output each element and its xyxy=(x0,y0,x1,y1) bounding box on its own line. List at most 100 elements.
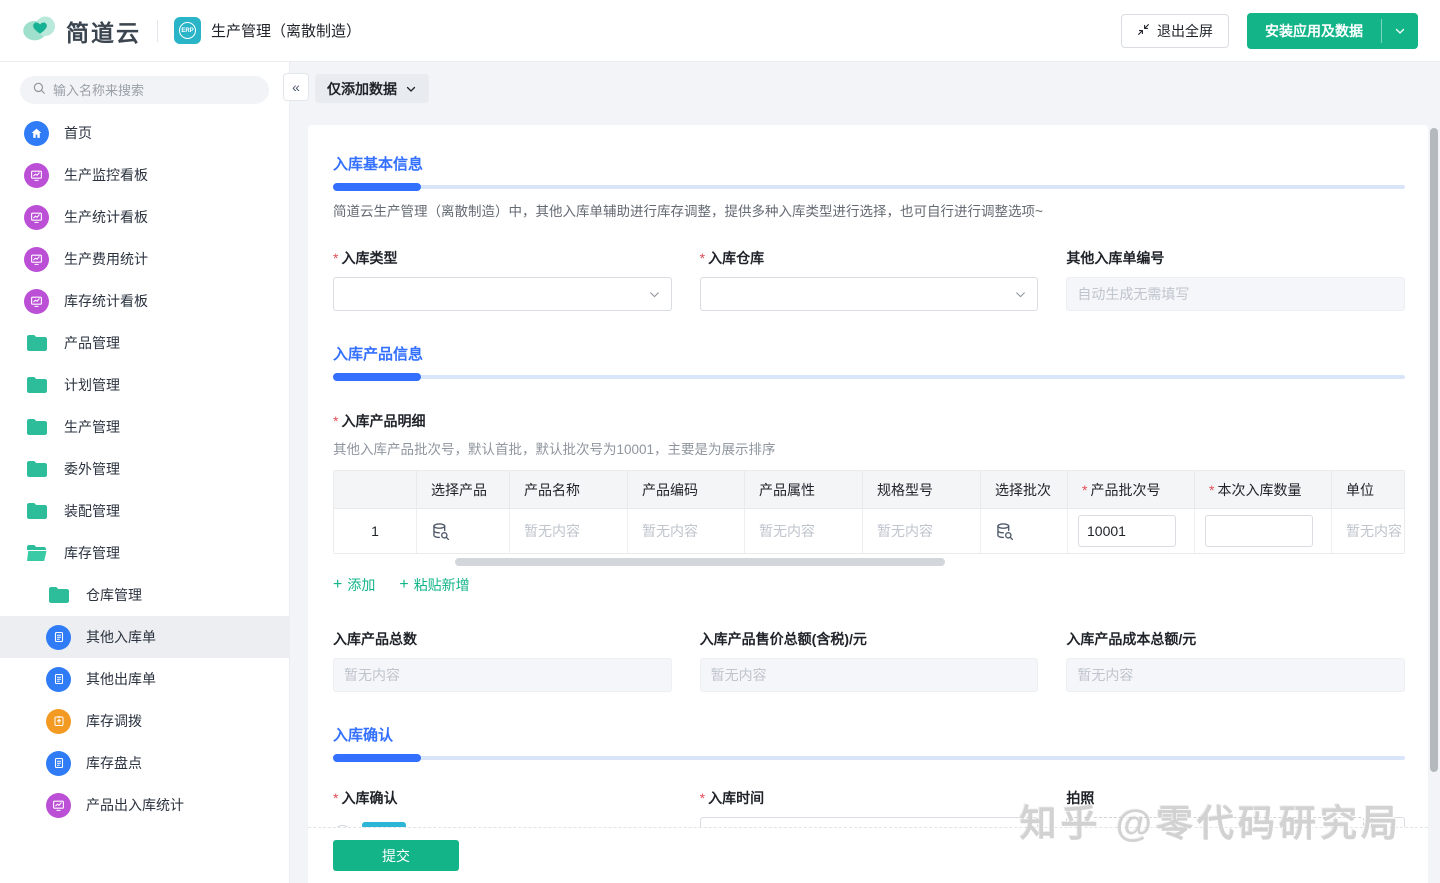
data-mode-dropdown[interactable]: 仅添加数据 xyxy=(315,74,429,103)
app-header: 简道云 ERP 生产管理（离散制造） 退出全屏 安装应用及数据 xyxy=(0,0,1440,62)
form-card: 入库基本信息 简道云生产管理（离散制造）中，其他入库单辅助进行库存调整，提供多种… xyxy=(308,125,1428,883)
total-price-field xyxy=(700,658,1039,692)
form-doc-icon xyxy=(46,667,71,692)
folder-icon xyxy=(24,419,49,435)
exit-fullscreen-button[interactable]: 退出全屏 xyxy=(1121,14,1229,48)
inbound-qty-input[interactable] xyxy=(1205,515,1313,547)
logo-icon xyxy=(22,13,58,48)
order-no-field xyxy=(1066,277,1405,311)
section-title-confirm: 入库确认 xyxy=(333,724,1405,745)
header-divider xyxy=(157,20,158,42)
sidebar-item-plan-mgmt[interactable]: 计划管理 xyxy=(0,364,289,406)
field-label-inbound-type: 入库类型 xyxy=(333,248,672,268)
sidebar-item-production-mgmt[interactable]: 生产管理 xyxy=(0,406,289,448)
sidebar-item-product-mgmt[interactable]: 产品管理 xyxy=(0,322,289,364)
sidebar-item-inventory-transfer[interactable]: 库存调拨 xyxy=(0,700,289,742)
sidebar-item-outsource-mgmt[interactable]: 委外管理 xyxy=(0,448,289,490)
field-label-order-no: 其他入库单编号 xyxy=(1066,248,1405,268)
sidebar-nav: 首页 生产监控看板 生产统计看板 生产费用统计 库存统计看板 xyxy=(0,112,289,826)
paste-add-button[interactable]: + 粘贴新增 xyxy=(399,575,469,595)
total-cost-field xyxy=(1066,658,1405,692)
chevron-down-icon xyxy=(1014,288,1027,301)
folder-icon xyxy=(24,377,49,393)
app-icon: ERP xyxy=(174,17,201,44)
folder-icon xyxy=(24,503,49,519)
field-label-confirm: 入库确认 xyxy=(333,788,672,808)
dashboard-icon xyxy=(24,163,49,188)
product-detail-note: 其他入库产品批次号，默认首批，默认批次号为10001，主要是为展示排序 xyxy=(333,438,1405,458)
section-description: 简道云生产管理（离散制造）中，其他入库单辅助进行库存调整，提供多种入库类型进行选… xyxy=(333,200,1405,220)
form-footer: 提交 xyxy=(308,827,1428,883)
form-doc-icon xyxy=(46,751,71,776)
sidebar-collapse-button[interactable]: « xyxy=(283,73,309,101)
row-index: 1 xyxy=(334,509,416,553)
field-label-total-price: 入库产品售价总额(含税)/元 xyxy=(700,629,1039,649)
order-no-input xyxy=(1077,286,1394,302)
home-icon xyxy=(24,121,49,146)
field-label-total-count: 入库产品总数 xyxy=(333,629,672,649)
submit-button[interactable]: 提交 xyxy=(333,840,459,871)
batch-no-input[interactable] xyxy=(1078,515,1176,547)
sidebar-item-inventory-count[interactable]: 库存盘点 xyxy=(0,742,289,784)
inbound-type-select[interactable] xyxy=(333,277,672,311)
sidebar-search[interactable] xyxy=(20,76,269,104)
main-area: 仅添加数据 入库基本信息 简道云生产管理（离散制造）中，其他入库单辅助进行库存调… xyxy=(290,62,1440,883)
sidebar-item-product-io-stats[interactable]: 产品出入库统计 xyxy=(0,784,289,826)
sidebar-item-prod-monitor-dashboard[interactable]: 生产监控看板 xyxy=(0,154,289,196)
plus-icon: + xyxy=(399,576,408,594)
total-count-field xyxy=(333,658,672,692)
data-select-icon xyxy=(995,522,1014,541)
field-label-photo: 拍照 xyxy=(1066,788,1405,808)
sidebar-item-other-outbound-order[interactable]: 其他出库单 xyxy=(0,658,289,700)
dashboard-icon xyxy=(24,289,49,314)
install-app-button[interactable]: 安装应用及数据 xyxy=(1247,13,1418,49)
sidebar: 首页 生产监控看板 生产统计看板 生产费用统计 库存统计看板 xyxy=(0,62,290,883)
folder-icon xyxy=(24,335,49,351)
search-icon xyxy=(32,81,46,100)
chevron-down-icon xyxy=(405,83,417,95)
table-horizontal-scrollbar[interactable] xyxy=(455,558,945,566)
select-batch-cell[interactable] xyxy=(980,509,1067,553)
form-doc-icon xyxy=(46,625,71,650)
section-title-basic: 入库基本信息 xyxy=(333,153,1405,174)
folder-open-icon xyxy=(24,545,49,561)
data-select-icon xyxy=(431,522,450,541)
sidebar-item-assembly-mgmt[interactable]: 装配管理 xyxy=(0,490,289,532)
section-title-products: 入库产品信息 xyxy=(333,343,1405,364)
sidebar-item-other-inbound-order[interactable]: 其他入库单 xyxy=(0,616,289,658)
app-title: 生产管理（离散制造） xyxy=(211,20,361,41)
field-label-total-cost: 入库产品成本总额/元 xyxy=(1066,629,1405,649)
product-detail-table: 选择产品 产品名称 产品编码 产品属性 规格型号 选择批次 产品批次号 本次入库… xyxy=(333,470,1405,554)
exit-fullscreen-icon xyxy=(1137,23,1150,39)
folder-icon xyxy=(46,587,71,603)
search-input[interactable] xyxy=(53,83,257,98)
inbound-warehouse-select[interactable] xyxy=(700,277,1039,311)
section-progress-bar xyxy=(333,183,1405,191)
table-header-row: 选择产品 产品名称 产品编码 产品属性 规格型号 选择批次 产品批次号 本次入库… xyxy=(334,471,1405,508)
dashboard-icon xyxy=(24,205,49,230)
dashboard-icon xyxy=(46,793,71,818)
sidebar-item-prod-cost-stats[interactable]: 生产费用统计 xyxy=(0,238,289,280)
chevron-down-icon xyxy=(648,288,661,301)
transfer-icon xyxy=(46,709,71,734)
section-progress-bar xyxy=(333,373,1405,381)
sidebar-item-inventory-stats-dashboard[interactable]: 库存统计看板 xyxy=(0,280,289,322)
folder-icon xyxy=(24,461,49,477)
field-label-inbound-warehouse: 入库仓库 xyxy=(700,248,1039,268)
col-rownum xyxy=(334,471,416,508)
sidebar-item-home[interactable]: 首页 xyxy=(0,112,289,154)
field-label-inbound-time: 入库时间 xyxy=(700,788,1039,808)
plus-icon: + xyxy=(333,576,342,594)
table-row: 1 暂无内容 暂无内容 暂无内容 暂无内容 xyxy=(334,508,1405,553)
field-label-product-detail: 入库产品明细 xyxy=(333,411,1405,431)
select-product-cell[interactable] xyxy=(416,509,509,553)
install-dropdown-caret[interactable] xyxy=(1382,13,1418,49)
sidebar-item-inventory-mgmt[interactable]: 库存管理 xyxy=(0,532,289,574)
dashboard-icon xyxy=(24,247,49,272)
sidebar-item-warehouse-mgmt[interactable]: 仓库管理 xyxy=(0,574,289,616)
brand-logo: 简道云 xyxy=(22,13,141,48)
add-row-button[interactable]: + 添加 xyxy=(333,575,375,595)
vertical-scrollbar[interactable] xyxy=(1430,128,1438,772)
sidebar-item-prod-stats-dashboard[interactable]: 生产统计看板 xyxy=(0,196,289,238)
section-progress-bar xyxy=(333,754,1405,762)
